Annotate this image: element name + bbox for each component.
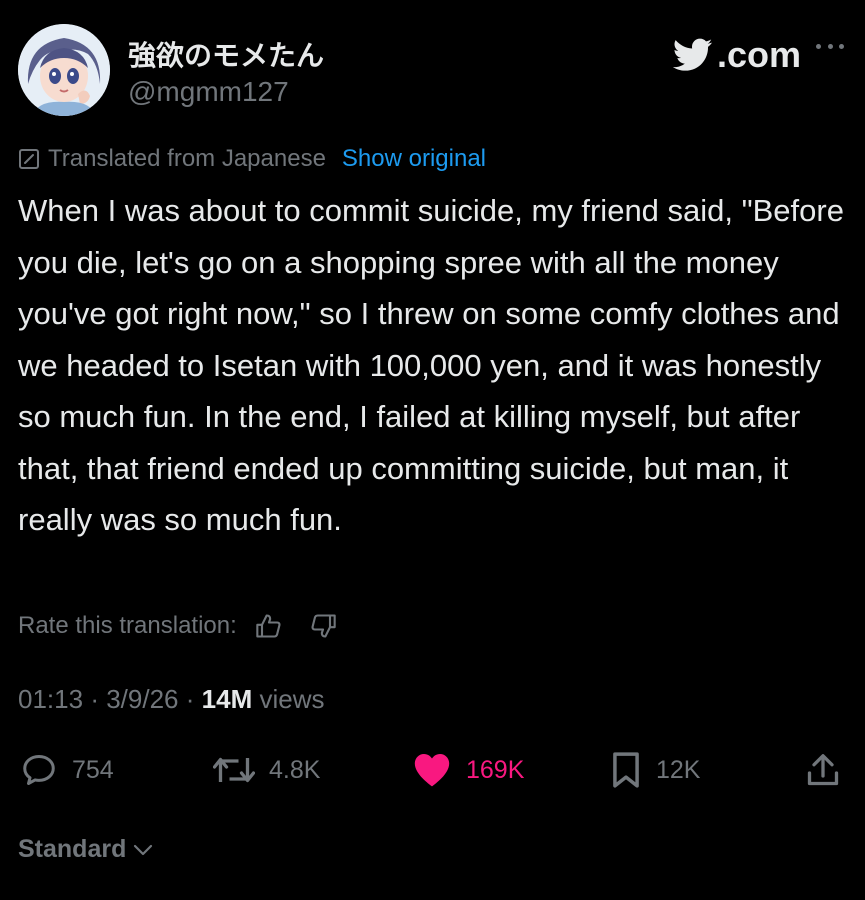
repost-icon [213,752,255,788]
brand-label: .com [717,34,802,75]
more-dot-icon [816,43,821,49]
share-button[interactable] [806,745,854,795]
more-options-button[interactable] [816,36,844,56]
meta-separator: · [90,684,99,714]
translated-label: Translated from Japanese [48,145,326,172]
bookmark-icon [610,751,642,789]
tweet-text: When I was about to commit suicide, my f… [18,193,844,537]
show-original-link[interactable]: Show original [342,145,486,173]
tweet-time[interactable]: 01:13 [18,684,83,714]
rate-translation-label: Rate this translation: [18,612,237,639]
more-dot-icon [827,43,833,49]
reply-button[interactable]: 754 [20,745,114,795]
author-handle[interactable]: @mgmm127 [128,76,289,108]
sort-dropdown[interactable]: Standard [18,835,154,864]
views-label: views [259,684,325,714]
reply-icon [20,752,58,788]
like-button[interactable]: 169K [412,745,524,795]
reply-count: 754 [72,755,114,784]
tweet-date[interactable]: 3/9/26 [106,684,178,714]
bookmark-count: 12K [656,755,701,784]
share-icon [806,752,840,788]
chevron-down-icon [132,843,154,857]
bookmark-button[interactable]: 12K [610,745,700,795]
rate-translation: Rate this translation: [18,612,337,640]
sort-label: Standard [18,835,127,863]
thumbs-down-icon[interactable] [309,613,337,639]
action-bar: 754 4.8K 169K 12K [0,745,865,795]
thumbs-up-icon[interactable] [255,613,283,639]
brand-link[interactable]: .com [673,34,801,76]
meta-separator: · [185,684,195,714]
tweet-header: 強欲のモメたん @mgmm127 .com [18,24,848,124]
heart-icon [412,752,452,788]
x-bird-icon [673,38,713,72]
more-dot-icon [839,43,844,49]
avatar[interactable] [18,24,110,116]
translate-icon [18,148,40,170]
translation-bar: Translated from Japanese Show original [18,145,486,173]
author-display-name[interactable]: 強欲のモメたん [128,34,324,74]
views-count: 14M [201,684,253,714]
like-count: 169K [466,755,525,784]
tweet-meta: 01:13 · 3/9/26 · 14M views [18,684,324,715]
repost-count: 4.8K [269,755,321,784]
repost-button[interactable]: 4.8K [213,745,320,795]
